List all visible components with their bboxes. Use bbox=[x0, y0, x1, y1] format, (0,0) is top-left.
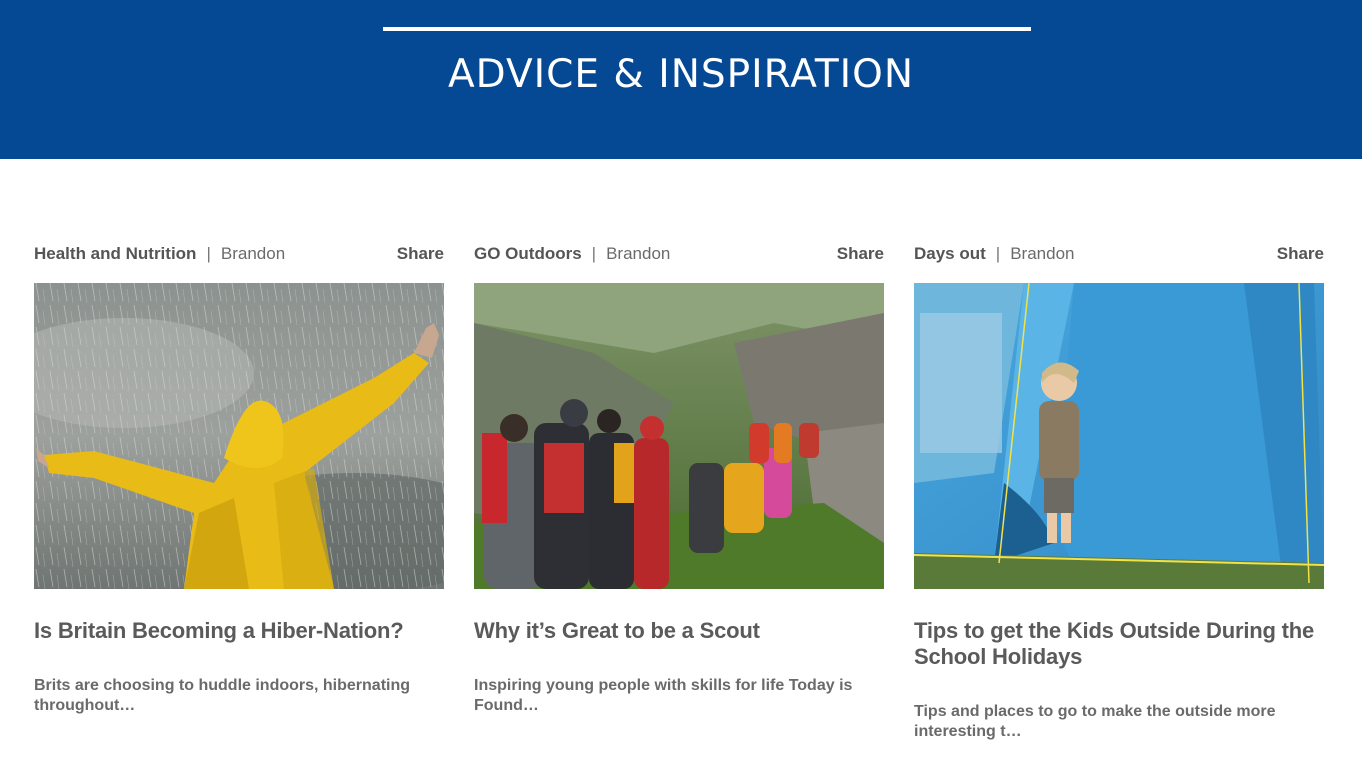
meta-separator: | bbox=[591, 244, 597, 263]
article-image[interactable] bbox=[914, 283, 1324, 589]
article-author[interactable]: Brandon bbox=[606, 244, 670, 264]
article-card: Days out | Brandon Share Tips to get the… bbox=[914, 242, 1324, 740]
article-excerpt: Inspiring young people with skills for l… bbox=[474, 677, 853, 714]
article-headline[interactable]: Is Britain Becoming a Hiber-Nation? bbox=[34, 618, 444, 644]
share-button[interactable]: Share bbox=[837, 244, 884, 264]
share-button[interactable]: Share bbox=[1277, 244, 1324, 264]
article-image[interactable] bbox=[34, 283, 444, 589]
article-headline[interactable]: Tips to get the Kids Outside During the … bbox=[914, 618, 1324, 670]
article-author[interactable]: Brandon bbox=[221, 244, 285, 264]
article-author[interactable]: Brandon bbox=[1010, 244, 1074, 264]
article-excerpt: Tips and places to go to make the outsid… bbox=[914, 703, 1276, 740]
article-meta: GO Outdoors | Brandon Share bbox=[474, 242, 884, 266]
scouts-hiking-image bbox=[474, 283, 884, 589]
article-excerpt: Brits are choosing to huddle indoors, hi… bbox=[34, 677, 411, 714]
banner-rule bbox=[383, 27, 1031, 31]
meta-separator: | bbox=[995, 244, 1001, 263]
banner: ADVICE & INSPIRATION bbox=[0, 0, 1362, 159]
article-category[interactable]: GO Outdoors bbox=[474, 244, 582, 264]
rain-person-image bbox=[34, 283, 444, 589]
article-card: Health and Nutrition | Brandon Share Is … bbox=[34, 242, 444, 714]
page-title: ADVICE & INSPIRATION bbox=[447, 52, 915, 97]
meta-separator: | bbox=[206, 244, 211, 263]
article-category[interactable]: Days out bbox=[914, 244, 986, 264]
article-meta: Days out | Brandon Share bbox=[914, 242, 1324, 266]
share-button[interactable]: Share bbox=[397, 244, 444, 264]
article-meta: Health and Nutrition | Brandon Share bbox=[34, 242, 444, 266]
article-image[interactable] bbox=[474, 283, 884, 589]
article-category[interactable]: Health and Nutrition bbox=[34, 244, 196, 264]
article-card: GO Outdoors | Brandon Share Why it’s Gre… bbox=[474, 242, 884, 714]
child-in-tent-image bbox=[914, 283, 1324, 589]
article-headline[interactable]: Why it’s Great to be a Scout bbox=[474, 618, 884, 644]
